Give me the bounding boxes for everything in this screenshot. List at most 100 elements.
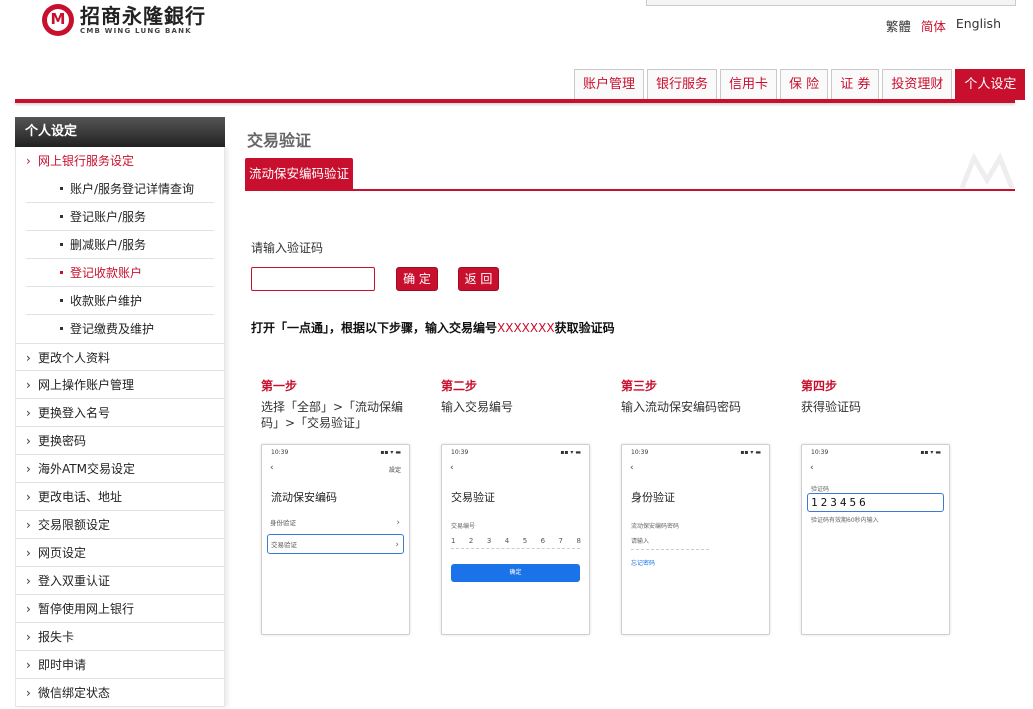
sidebar: 个人设定 › 网上银行服务设定 账户/服务登记详情查询 登记账户/服务 删减账户… [15, 117, 225, 707]
sidebar-sub-label: 登记收款账户 [70, 266, 143, 280]
phone-digit: 7 [558, 537, 563, 545]
phone-screen-title: 身份验证 [631, 491, 675, 504]
tab-mobile-security-code[interactable]: 流动保安编码验证 [245, 158, 354, 189]
sidebar-sub-label: 收款账户维护 [70, 294, 143, 308]
chevron-right-icon: › [26, 406, 31, 420]
chevron-right-icon: › [26, 434, 31, 448]
step-description: 选择「全部」>「流动保编码」>「交易验证」 [261, 400, 404, 430]
sidebar-item-label: 网上银行服务设定 [38, 154, 135, 168]
phone-confirm-button: 确定 [451, 564, 580, 582]
phone-digit: 3 [486, 537, 492, 545]
sidebar-item-label: 微信绑定状态 [38, 686, 111, 700]
phone-status-bar: 10:39 ▪▪ ▾ ▬ [631, 449, 761, 456]
transaction-number: XXXXXXX [497, 321, 555, 335]
sidebar-sub-label: 登记缴费及维护 [70, 322, 155, 336]
phone-time: 10:39 [271, 449, 289, 456]
step-heading: 第三步 [621, 379, 658, 393]
sidebar-sub-register-payee[interactable]: 登记收款账户 [26, 259, 214, 287]
phone-digit: 2 [468, 537, 474, 545]
sidebar-item-wechat-binding[interactable]: › 微信绑定状态 [16, 679, 224, 707]
back-arrow-icon: ‹ [450, 463, 454, 473]
chevron-right-icon: › [395, 540, 399, 550]
sidebar-item-label: 海外ATM交易设定 [38, 462, 135, 476]
chevron-right-icon: › [26, 546, 31, 560]
sidebar-sub-label: 账户/服务登记详情查询 [70, 182, 195, 196]
sidebar-item-overseas-atm[interactable]: › 海外ATM交易设定 [16, 455, 224, 483]
sidebar-item-transaction-limit[interactable]: › 交易限额设定 [16, 511, 224, 539]
phone-screenshot-step-1: 10:39 ▪▪ ▾ ▬ ‹ 設定 流动保安编码 身份验证 › 交易验证 › [261, 444, 410, 635]
nav-tab-personal-settings[interactable]: 个人设定 [955, 69, 1026, 100]
nav-tab-insurance[interactable]: 保 险 [780, 69, 829, 100]
chevron-right-icon: › [26, 658, 31, 672]
nav-tab-credit-card[interactable]: 信用卡 [720, 69, 778, 100]
instructions-pre: 打开「一点通」，根据以下步骤，输入交易编号 [251, 321, 498, 335]
verification-code-input[interactable] [251, 267, 375, 291]
phone-field-placeholder: 请输入 [631, 538, 650, 545]
nav-tab-accounts[interactable]: 账户管理 [574, 69, 645, 100]
bank-logo[interactable]: 招商永隆銀行 CMB WING LUNG BANK [42, 4, 206, 36]
main-nav: 账户管理 银行服务 信用卡 保 险 证 券 投资理财 个人设定 [574, 69, 1026, 100]
phone-screenshot-step-2: 10:39 ▪▪ ▾ ▬ ‹ 交易验证 交易编号 1 2 3 4 5 6 7 8 … [441, 444, 590, 635]
phone-forgot-password-link: 忘记密码 [631, 560, 656, 567]
logo-name-en: CMB WING LUNG BANK [80, 27, 192, 35]
back-arrow-icon: ‹ [810, 463, 814, 473]
sidebar-item-suspend-online-banking[interactable]: › 暂停使用网上银行 [16, 595, 224, 623]
phone-digit: 5 [522, 537, 528, 545]
step-heading: 第二步 [441, 379, 478, 393]
sidebar-item-web-settings[interactable]: › 网页设定 [16, 539, 224, 567]
phone-input-underline [451, 548, 580, 549]
bullet-icon [60, 215, 63, 218]
lang-english[interactable]: English [956, 16, 1001, 35]
phone-input-underline [631, 549, 709, 550]
phone-screen-title: 交易验证 [451, 491, 495, 504]
sidebar-sub-registration-query[interactable]: 账户/服务登记详情查询 [26, 175, 214, 203]
phone-row-label: 身份验证 [270, 519, 296, 527]
sidebar-sub-label: 删减账户/服务 [70, 238, 147, 252]
sidebar-item-phone-address[interactable]: › 更改电话、地址 [16, 483, 224, 511]
logo-mark-icon [42, 4, 74, 36]
logo-name-cn: 招商永隆銀行 [80, 4, 206, 28]
phone-digit: 4 [504, 537, 510, 545]
sidebar-sub-payee-maintenance[interactable]: 收款账户维护 [26, 287, 214, 315]
sidebar-sub-register-account[interactable]: 登记账户/服务 [26, 203, 214, 231]
nav-tab-banking[interactable]: 银行服务 [647, 69, 718, 100]
lang-simplified[interactable]: 简体 [921, 16, 946, 35]
sidebar-item-report-lost-card[interactable]: › 报失卡 [16, 623, 224, 651]
phone-header-action: 設定 [388, 467, 401, 474]
sidebar-item-change-password[interactable]: › 更换密码 [16, 427, 224, 455]
back-arrow-icon: ‹ [270, 463, 274, 473]
sidebar-sub-delete-account[interactable]: 删减账户/服务 [26, 231, 214, 259]
sidebar-item-instant-application[interactable]: › 即时申请 [16, 651, 224, 679]
back-button[interactable]: 返 回 [458, 267, 499, 291]
phone-code-note: 验证码有效期60秒内输入 [811, 517, 879, 524]
nav-divider [15, 99, 1015, 103]
phone-time: 10:39 [811, 449, 829, 456]
phone-field-label: 交易编号 [451, 523, 476, 530]
sidebar-item-two-factor-login[interactable]: › 登入双重认证 [16, 567, 224, 595]
phone-screenshot-step-4: 10:39 ▪▪ ▾ ▬ ‹ 验证码 123456 验证码有效期60秒内输入 [801, 444, 950, 635]
phone-status-bar: 10:39 ▪▪ ▾ ▬ [271, 449, 401, 456]
phone-row-label: 交易验证 [271, 541, 297, 549]
chevron-right-icon: › [396, 518, 400, 528]
phone-digit: 6 [540, 537, 546, 545]
step-description: 输入交易编号 [441, 400, 514, 414]
sidebar-sub-bill-payment[interactable]: 登记缴费及维护 [26, 315, 214, 343]
step-description: 输入流动保安编码密码 [621, 400, 742, 414]
confirm-button[interactable]: 确 定 [396, 267, 438, 291]
sidebar-item-online-banking-settings[interactable]: › 网上银行服务设定 [16, 147, 224, 175]
nav-tab-securities[interactable]: 证 券 [831, 69, 880, 100]
top-utility-bar [646, 0, 1016, 6]
sidebar-item-personal-info[interactable]: › 更改个人资料 [16, 343, 224, 371]
sidebar-item-operating-accounts[interactable]: › 网上操作账户管理 [16, 371, 224, 399]
step-3: 第三步 输入流动保安编码密码 [621, 377, 781, 415]
phone-digit-row: 1 2 3 4 5 6 7 8 [451, 537, 581, 545]
nav-tab-investment[interactable]: 投资理财 [882, 69, 953, 100]
sidebar-item-label: 网上操作账户管理 [38, 378, 135, 392]
sidebar-item-change-login-name[interactable]: › 更换登入名号 [16, 399, 224, 427]
step-heading: 第一步 [261, 379, 298, 393]
sidebar-item-label: 更换登入名号 [38, 406, 111, 420]
step-1: 第一步 选择「全部」>「流动保编码」>「交易验证」 [261, 377, 421, 431]
lang-traditional[interactable]: 繁體 [886, 16, 911, 35]
chevron-right-icon: › [26, 351, 31, 365]
sidebar-item-label: 即时申请 [38, 658, 87, 672]
